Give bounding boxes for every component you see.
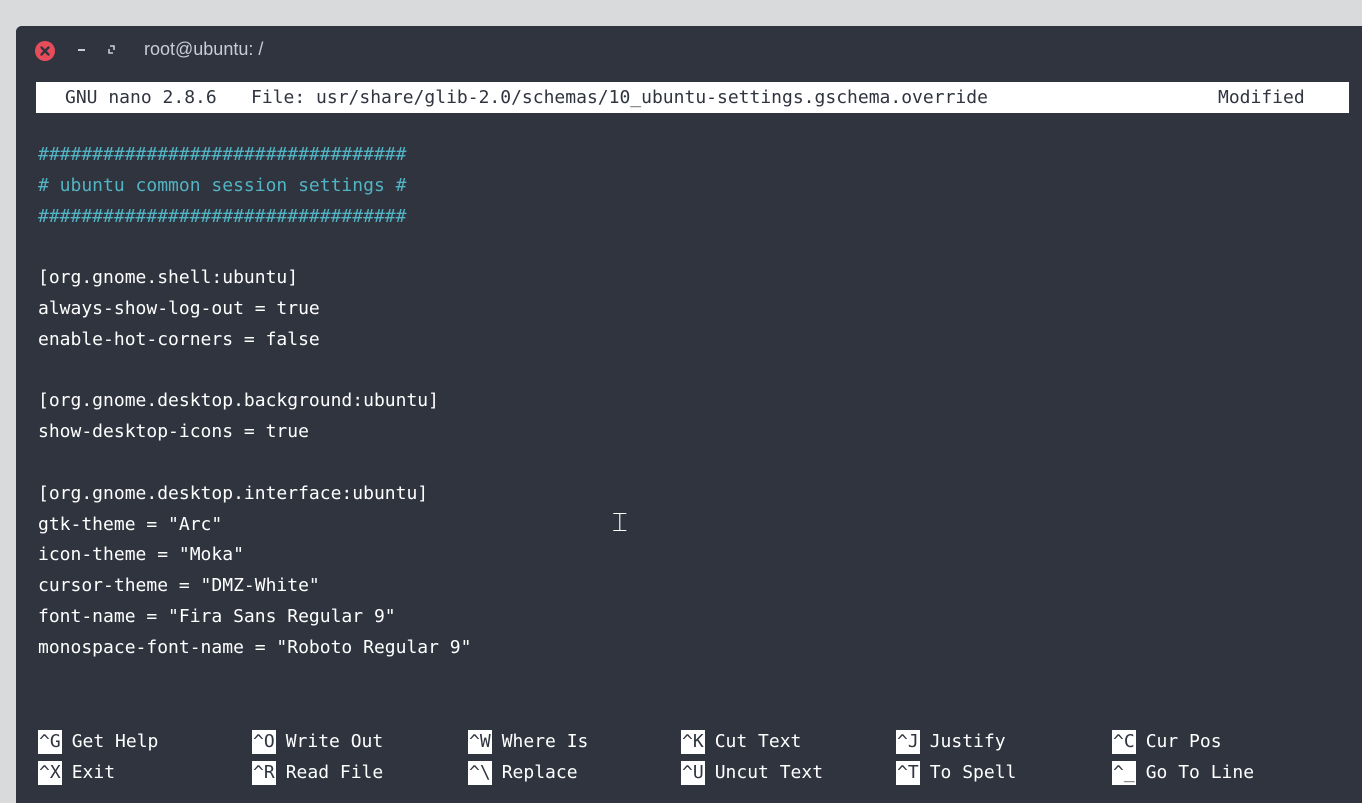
- editor-line: [org.gnome.desktop.interface:ubuntu]: [38, 482, 429, 504]
- title-bar[interactable]: root@ubuntu: /: [16, 26, 1362, 82]
- editor-line: font-name = "Fira Sans Regular 9": [38, 605, 396, 627]
- shortcut-label: Go To Line: [1145, 762, 1255, 783]
- shortcut-where-is[interactable]: ^W Where Is: [468, 726, 588, 757]
- shortcut-key: ^_: [1112, 761, 1136, 785]
- editor-line: [org.gnome.shell:ubuntu]: [38, 267, 299, 289]
- shortcut-label: Get Help: [71, 731, 159, 752]
- editor-line: [org.gnome.desktop.background:ubuntu]: [38, 390, 439, 412]
- minimize-icon: [78, 49, 85, 51]
- shortcut-key: ^J: [896, 730, 920, 754]
- shortcut-label: Cut Text: [714, 731, 802, 752]
- editor-line: show-desktop-icons = true: [38, 421, 309, 443]
- nano-modified-status: Modified: [1218, 87, 1305, 108]
- nano-version: GNU nano 2.8.6: [65, 87, 217, 108]
- terminal-window: root@ubuntu: / GNU nano 2.8.6 File: usr/…: [16, 26, 1362, 803]
- editor-line: ##################################: [38, 144, 407, 165]
- editor-text-area[interactable]: ################################## # ubun…: [38, 140, 1348, 664]
- shortcut-key: ^U: [681, 761, 705, 785]
- nano-file-name: File: usr/share/glib-2.0/schemas/10_ubun…: [251, 87, 988, 108]
- shortcut-key: ^K: [681, 730, 705, 754]
- shortcut-label: Where Is: [501, 731, 589, 752]
- editor-line: icon-theme = "Moka": [38, 544, 244, 566]
- ibeam-cursor-icon: ⌶: [612, 508, 628, 538]
- shortcut-get-help[interactable]: ^G Get Help: [38, 726, 158, 757]
- shortcut-key: ^X: [38, 761, 62, 785]
- editor-line: # ubuntu common session settings #: [38, 174, 407, 196]
- shortcut-bar: ^G Get Help ^O Write Out ^W Where Is ^K Cut Tex…: [38, 726, 1348, 788]
- editor-line: monospace-font-name = "Roboto Regular 9": [38, 636, 472, 658]
- minimize-button[interactable]: [72, 39, 92, 59]
- shortcut-label: Justify: [929, 731, 1006, 752]
- shortcut-exit[interactable]: ^X Exit: [38, 757, 115, 788]
- maximize-icon: [108, 45, 115, 54]
- shortcut-label: Read File: [285, 762, 384, 783]
- shortcut-key: ^G: [38, 730, 62, 754]
- shortcut-uncut-text[interactable]: ^U Uncut Text: [681, 757, 823, 788]
- shortcut-key: ^R: [252, 761, 276, 785]
- editor-line: gtk-theme = "Arc": [38, 513, 223, 535]
- editor-line: always-show-log-out = true: [38, 297, 320, 319]
- shortcut-label: Replace: [501, 762, 578, 783]
- shortcut-label: Write Out: [285, 731, 384, 752]
- editor-line: enable-hot-corners = false: [38, 328, 320, 350]
- window-title: root@ubuntu: /: [144, 39, 264, 59]
- shortcut-write-out[interactable]: ^O Write Out: [252, 726, 383, 757]
- shortcut-label: Uncut Text: [714, 762, 824, 783]
- shortcut-key: ^C: [1112, 730, 1136, 754]
- maximize-button[interactable]: [102, 39, 122, 59]
- close-icon: [40, 46, 50, 56]
- shortcut-to-spell[interactable]: ^T To Spell: [896, 757, 1016, 788]
- shortcut-label: Exit: [71, 762, 116, 783]
- shortcut-key: ^W: [468, 730, 492, 754]
- nano-header-bar: GNU nano 2.8.6 File: usr/share/glib-2.0/…: [36, 82, 1349, 113]
- editor-line: cursor-theme = "DMZ-White": [38, 575, 320, 597]
- shortcut-go-to-line[interactable]: ^_ Go To Line: [1112, 757, 1254, 788]
- shortcut-justify[interactable]: ^J Justify: [896, 726, 1006, 757]
- shortcut-label: Cur Pos: [1145, 731, 1222, 752]
- shortcut-key: ^T: [896, 761, 920, 785]
- shortcut-cur-pos[interactable]: ^C Cur Pos: [1112, 726, 1222, 757]
- shortcut-read-file[interactable]: ^R Read File: [252, 757, 383, 788]
- close-button[interactable]: [35, 41, 55, 61]
- shortcut-replace[interactable]: ^\ Replace: [468, 757, 578, 788]
- shortcut-label: To Spell: [929, 762, 1017, 783]
- shortcut-key: ^\: [468, 761, 492, 785]
- shortcut-cut-text[interactable]: ^K Cut Text: [681, 726, 801, 757]
- shortcut-key: ^O: [252, 730, 276, 754]
- editor-line: ##################################: [38, 205, 407, 227]
